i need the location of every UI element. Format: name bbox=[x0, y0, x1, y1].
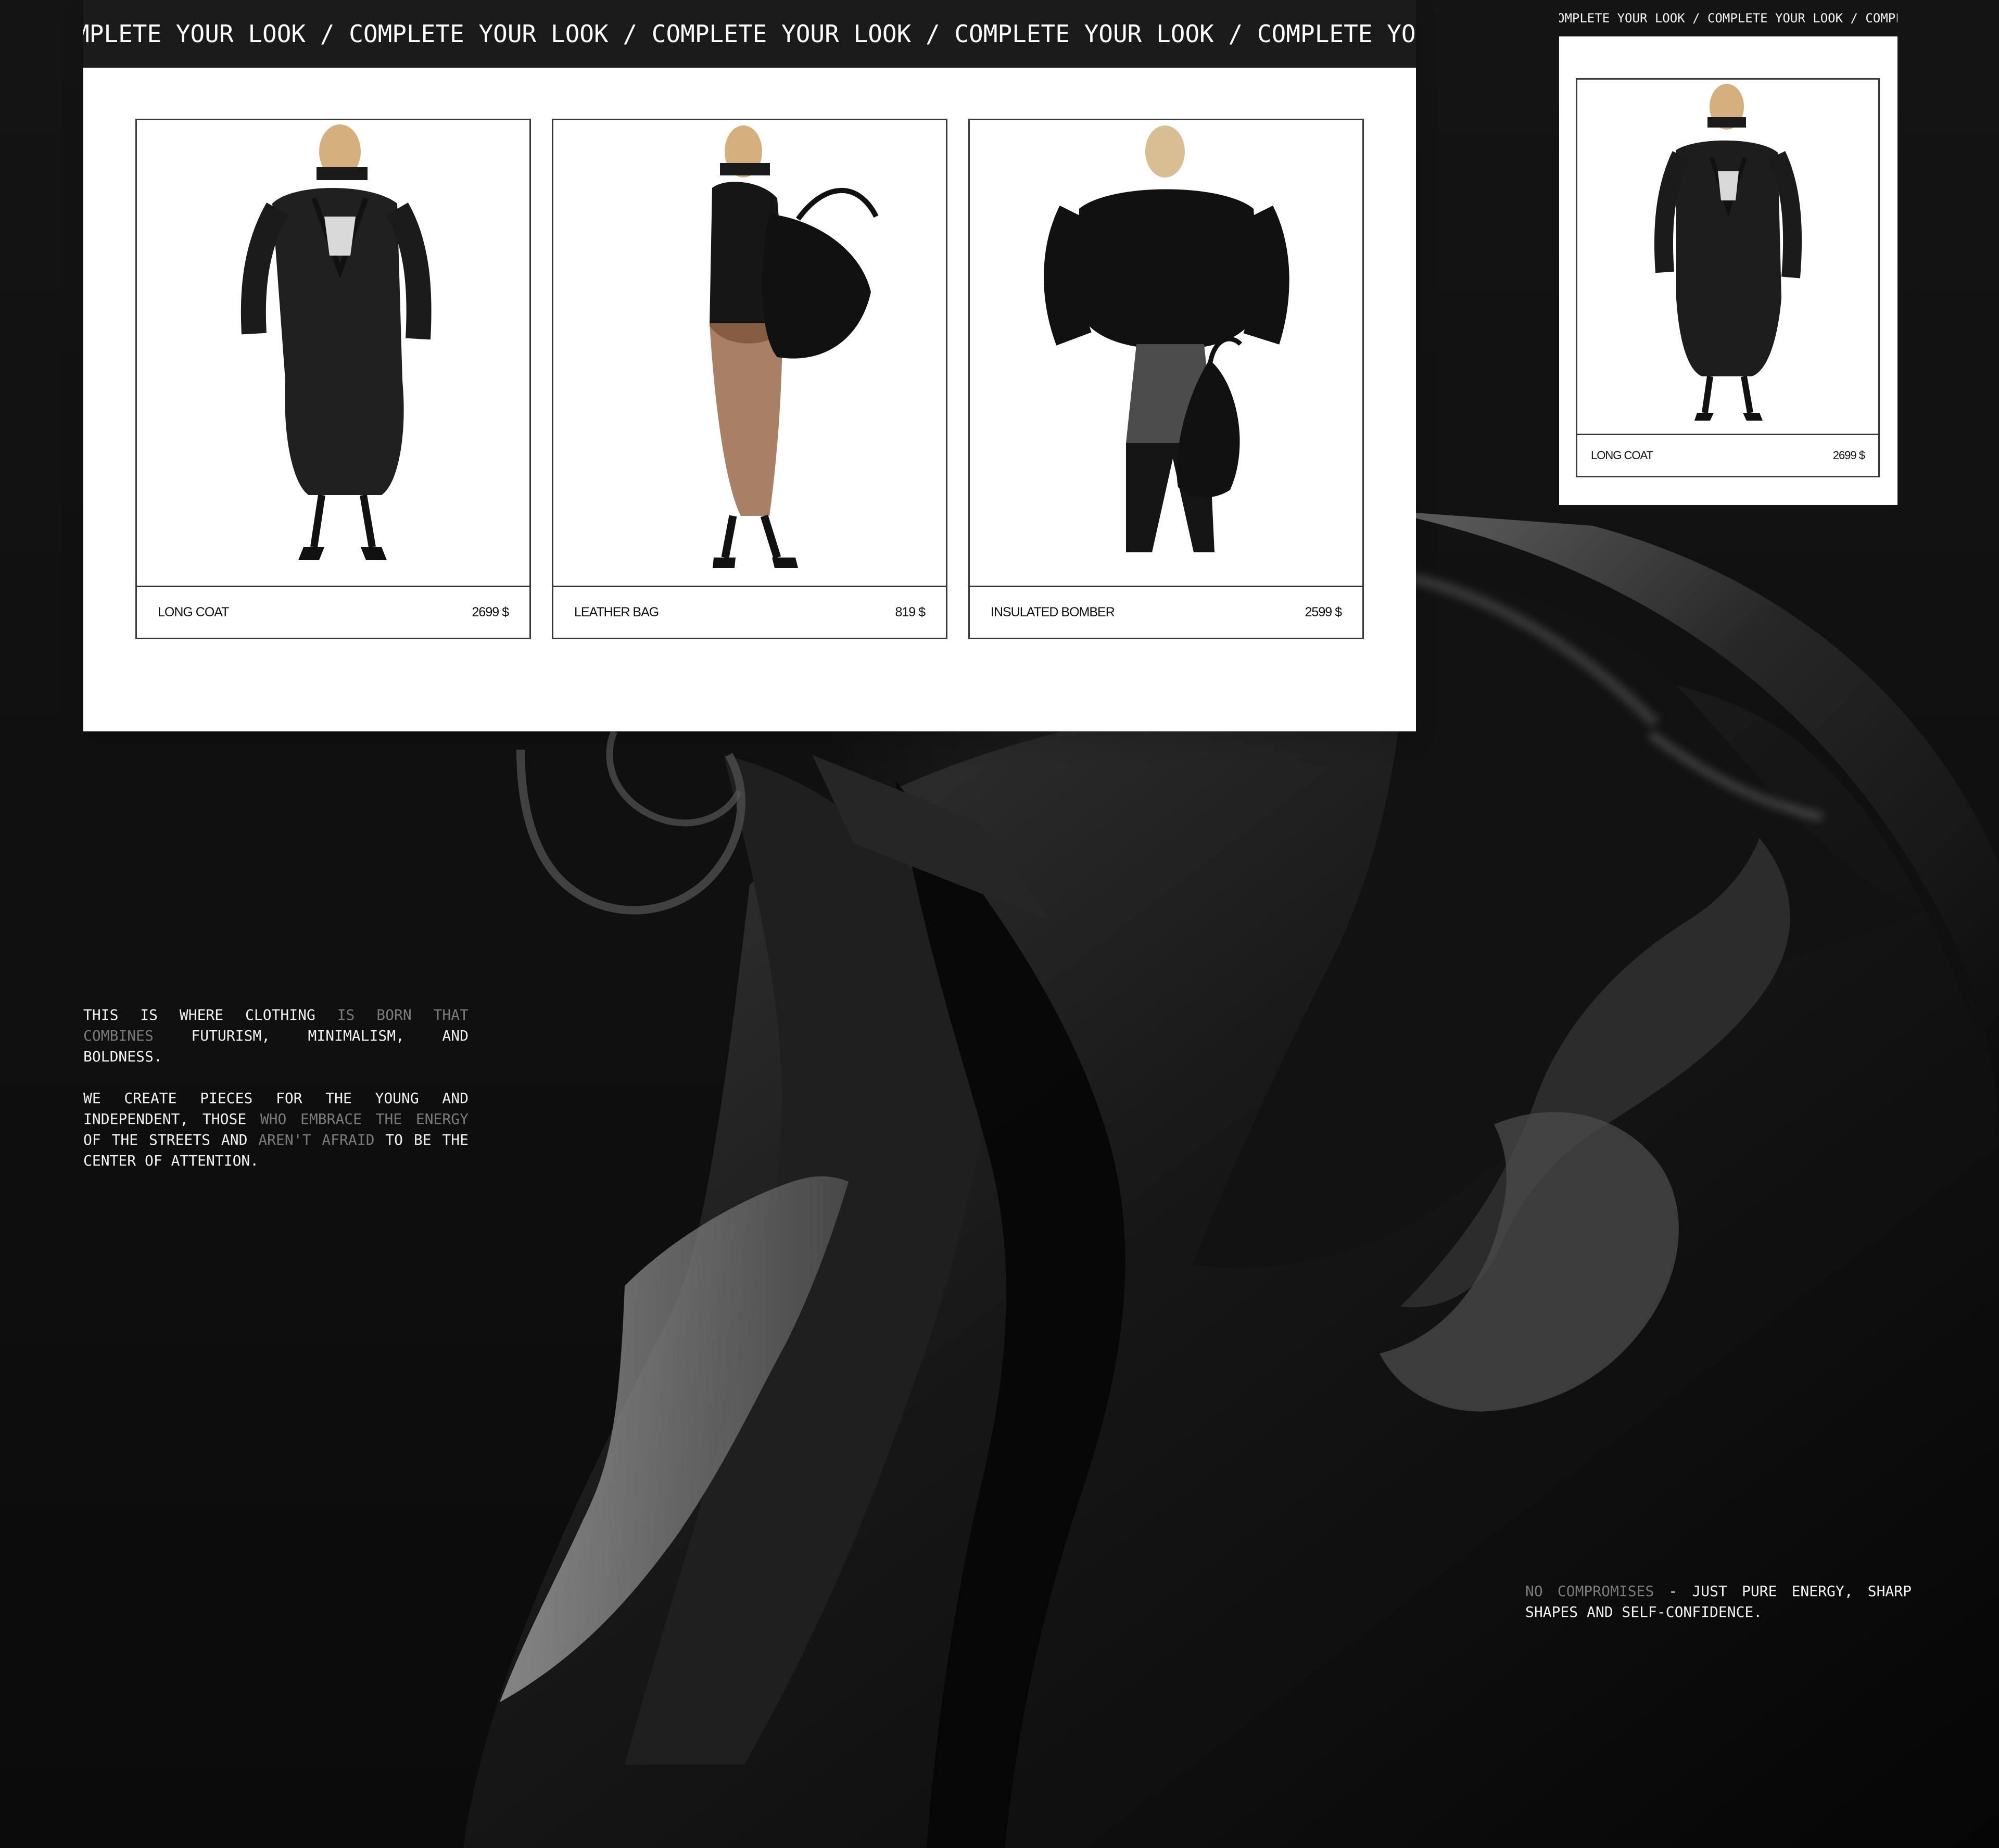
mobile-product-frame: OMPLETE YOUR LOOK / COMPLETE YOUR LOOK /… bbox=[1559, 0, 1897, 505]
product-price-leather-bag: 819 $ bbox=[895, 605, 926, 619]
mobile-long-coat-model-image bbox=[1654, 84, 1802, 421]
product-card-insulated-bomber[interactable]: INSULATED BOMBER 2599 $ bbox=[968, 119, 1364, 639]
mobile-product-image-long-coat bbox=[1577, 80, 1878, 434]
brand-copy-2-part-d: AREN'T AFRAID bbox=[258, 1131, 375, 1148]
mobile-marquee-text: OMPLETE YOUR LOOK / COMPLETE YOUR LOOK /… bbox=[1559, 11, 1897, 26]
mobile-card-wrap: LONG COAT 2699 $ bbox=[1559, 36, 1897, 505]
insulated-bomber-model-image bbox=[1044, 125, 1289, 552]
product-image-insulated-bomber bbox=[970, 120, 1362, 586]
product-meta-insulated-bomber: INSULATED BOMBER 2599 $ bbox=[970, 586, 1362, 638]
product-grid: LONG COAT 2699 $ LEATHER BAG 819 $ INSUL… bbox=[135, 119, 1364, 639]
mobile-product-meta-long-coat: LONG COAT 2699 $ bbox=[1577, 434, 1878, 476]
product-image-long-coat bbox=[137, 120, 529, 586]
brand-copy-block-left: THIS IS WHERE CLOTHING IS BORN THAT COMB… bbox=[83, 1005, 469, 1192]
long-coat-model-image bbox=[241, 124, 432, 560]
desktop-marquee-text: MPLETE YOUR LOOK / COMPLETE YOUR LOOK / … bbox=[83, 20, 1416, 48]
brand-copy-1-part-a: THIS IS WHERE CLOTHING bbox=[83, 1006, 337, 1023]
product-name-insulated-bomber: INSULATED BOMBER bbox=[991, 605, 1115, 619]
product-name-long-coat: LONG COAT bbox=[158, 605, 229, 619]
brand-copy-paragraph-2: WE CREATE PIECES FOR THE YOUNG AND INDEP… bbox=[83, 1088, 469, 1171]
mobile-product-card-long-coat[interactable]: LONG COAT 2699 $ bbox=[1576, 78, 1880, 477]
product-card-long-coat[interactable]: LONG COAT 2699 $ bbox=[135, 119, 531, 639]
product-name-leather-bag: LEATHER BAG bbox=[574, 605, 659, 619]
leather-bag-model-image bbox=[710, 125, 879, 568]
brand-copy-3-part-a: NO COMPROMISES bbox=[1525, 1583, 1654, 1600]
desktop-product-frame: MPLETE YOUR LOOK / COMPLETE YOUR LOOK / … bbox=[83, 0, 1416, 731]
product-price-insulated-bomber: 2599 $ bbox=[1305, 605, 1342, 619]
mobile-product-name-long-coat: LONG COAT bbox=[1591, 449, 1653, 462]
brand-copy-paragraph-1: THIS IS WHERE CLOTHING IS BORN THAT COMB… bbox=[83, 1005, 469, 1067]
product-meta-leather-bag: LEATHER BAG 819 $ bbox=[553, 586, 946, 638]
desktop-marquee: MPLETE YOUR LOOK / COMPLETE YOUR LOOK / … bbox=[83, 0, 1416, 68]
brand-copy-block-right: NO COMPROMISES - JUST PURE ENERGY, SHARP… bbox=[1525, 1581, 1912, 1643]
product-price-long-coat: 2699 $ bbox=[472, 605, 509, 619]
product-card-leather-bag[interactable]: LEATHER BAG 819 $ bbox=[552, 119, 947, 639]
brand-copy-paragraph-3: NO COMPROMISES - JUST PURE ENERGY, SHARP… bbox=[1525, 1581, 1912, 1623]
product-meta-long-coat: LONG COAT 2699 $ bbox=[137, 586, 529, 638]
mobile-product-price-long-coat: 2699 $ bbox=[1832, 449, 1865, 462]
product-image-leather-bag bbox=[553, 120, 946, 586]
brand-copy-2-part-b: WHO EMBRACE THE ENERGY bbox=[260, 1110, 469, 1128]
brand-copy-2-part-c: OF THE STREETS AND bbox=[83, 1131, 259, 1148]
mobile-marquee: OMPLETE YOUR LOOK / COMPLETE YOUR LOOK /… bbox=[1559, 0, 1897, 36]
